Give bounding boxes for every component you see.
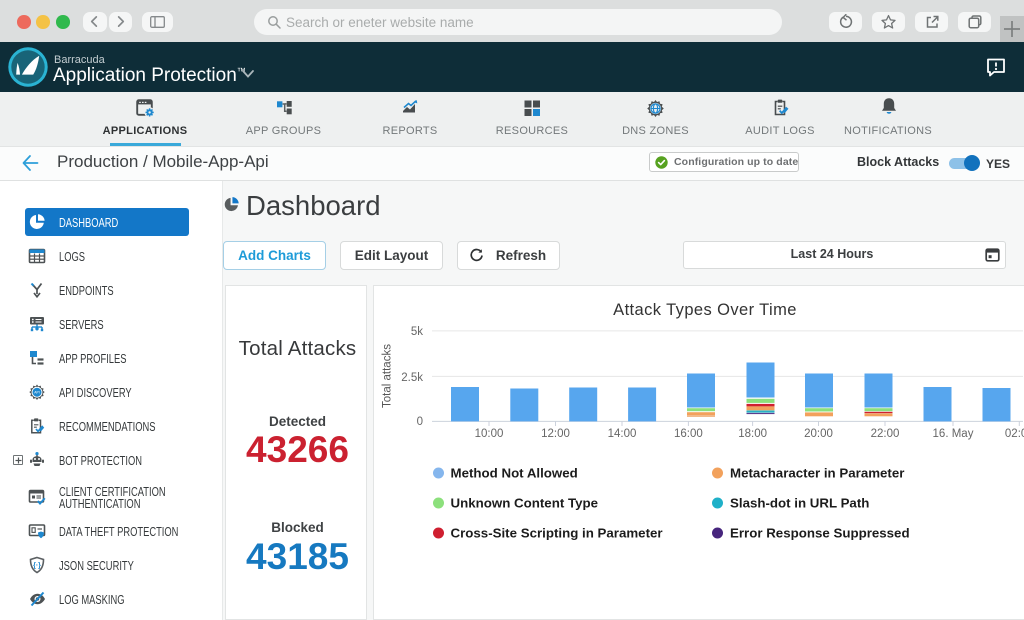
svg-text:5k: 5k <box>411 326 423 338</box>
svg-text:Unknown Content Type: Unknown Content Type <box>451 496 599 511</box>
svg-text:{·}: {·} <box>33 563 41 570</box>
svg-text:Cross-Site Scripting in Parame: Cross-Site Scripting in Parameter <box>451 526 663 541</box>
svg-text:22:00: 22:00 <box>871 428 900 440</box>
svg-text:Metacharacter in Parameter: Metacharacter in Parameter <box>730 466 904 481</box>
svg-text:0: 0 <box>417 416 423 428</box>
svg-text:Method Not Allowed: Method Not Allowed <box>451 466 578 481</box>
svg-text:16:00: 16:00 <box>674 428 703 440</box>
svg-text:Slash-dot in URL Path: Slash-dot in URL Path <box>730 496 869 511</box>
svg-text:18:00: 18:00 <box>738 428 767 440</box>
svg-text:Attack Types Over Time: Attack Types Over Time <box>613 301 797 319</box>
svg-text:2.5k: 2.5k <box>401 372 423 384</box>
svg-text:02:00: 02:00 <box>1005 428 1024 440</box>
svg-text:20:00: 20:00 <box>804 428 833 440</box>
svg-text:Error Response Suppressed: Error Response Suppressed <box>730 526 910 541</box>
svg-text:16. May: 16. May <box>933 428 974 440</box>
svg-text:10:00: 10:00 <box>475 428 504 440</box>
svg-text:14:00: 14:00 <box>608 428 637 440</box>
svg-text:API: API <box>34 391 40 395</box>
svg-text:Total attacks: Total attacks <box>382 344 394 408</box>
svg-text:12:00: 12:00 <box>541 428 570 440</box>
